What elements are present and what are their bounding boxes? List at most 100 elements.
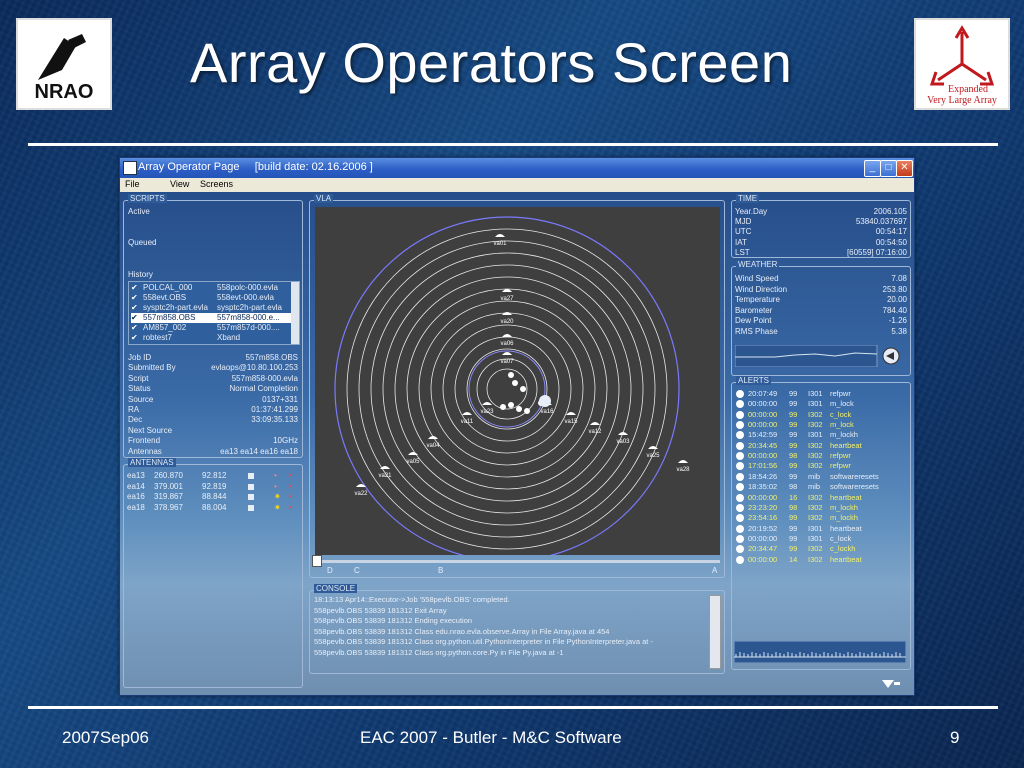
evla-logo-line2: Very Large Array [927,95,997,106]
weather-field-label: Wind Speed [735,274,779,283]
wind-speaker-icon [882,347,900,365]
alert-item[interactable]: 23:54:16 99 I302 m_lockh [734,513,906,523]
center-antenna-dish [516,406,522,412]
history-item-file: 557m858-000.e... [217,313,280,322]
time-field-value: 00:54:17 [875,227,907,237]
alert-item[interactable]: 00:00:00 99 I302 c_lock [734,410,906,420]
console-scrollbar[interactable] [709,595,721,669]
alert-item[interactable]: 20:34:45 99 I302 heartbeat [734,441,906,451]
alert-time: 15:42:59 [748,430,778,440]
antenna-az: 260.870 [154,471,183,480]
alert-icon [736,390,744,398]
alert-code: 99 [789,389,798,398]
alert-icon [736,483,744,492]
alert-item[interactable]: 20:34:47 99 I302 c_lockh [734,544,906,554]
history-item-name: 558evt.OBS [143,293,187,302]
weather-field-value: 20.00 [886,295,907,304]
alarm-x-icon: × [288,502,293,512]
alert-code: 14 [789,554,798,564]
alert-icon [736,534,744,543]
check-icon: ✔ [131,303,138,312]
alert-item[interactable]: 00:00:00 99 I302 m_lock [734,420,906,430]
alert-item[interactable]: 18:35:02 98 mib softwareresets [734,482,906,492]
history-item[interactable]: ✔ robtest7 Xband [131,333,291,343]
console-line: 558pevlb.OBS 53839 181312 Class org.pyth… [314,637,653,646]
title-divider [28,143,998,146]
history-item-file: sysptc2h-part.evla [217,303,282,312]
console-log[interactable]: 18:13:13 Apr14::Executor->Job '558pevlb.… [314,595,712,669]
configuration-slider-track[interactable] [315,560,720,563]
time-panel-label: TIME [736,194,760,203]
configuration-slider-thumb[interactable] [312,555,322,567]
array-ring [418,300,596,478]
weather-field-label: Dew Point [735,316,772,325]
history-item[interactable]: ✔ AM857_002 557m857d-000.... [131,323,291,333]
scripts-panel: SCRIPTS Active Queued History ✔ POLCAL_0… [123,194,303,458]
alert-item[interactable]: 00:00:00 16 I302 heartbeat [734,493,906,503]
minimize-button[interactable]: _ [864,160,881,177]
alert-item[interactable]: 00:00:00 98 I302 refpwr [734,451,906,461]
window-title: Array Operator Page [138,161,240,173]
alert-item[interactable]: 00:00:00 99 I301 c_lock [734,534,906,544]
alert-item[interactable]: 00:00:00 99 I301 m_lock [734,399,906,409]
console-panel-label: CONSOLE [314,584,358,593]
history-list[interactable]: ✔ POLCAL_000 558polc-000.evla ✔ 558evt.OBS… [128,281,300,345]
time-field-label: IAT [735,237,747,247]
check-icon: ✔ [131,283,138,292]
alert-monitor-point: refpwr [830,461,851,471]
console-line: 18:13:13 Apr14::Executor->Job '558pevlb.… [314,595,510,604]
vla-array-display[interactable]: va01 va27 va20 va06 va07 va23 va11 va15 va16 va12… [315,207,720,562]
alert-code: 98 [789,451,798,461]
antenna-dish-icon [428,436,438,439]
alert-item[interactable]: 20:07:49 99 I301 refpwr [734,389,906,399]
alert-item[interactable]: 23:23:20 98 I302 m_lockh [734,503,906,513]
alert-device: I301 [808,533,823,543]
alert-icon [736,452,744,461]
history-item[interactable]: ✔ 558evt.OBS 558evt-000.evla [131,293,291,303]
job-field-label: Antennas [128,446,162,456]
antenna-label: va03 [616,439,630,445]
history-item[interactable]: ✔ sysptc2h-part.evla sysptc2h-part.evla [131,303,291,313]
history-item-name: robtest7 [143,333,172,342]
alert-time: 23:23:20 [748,502,778,512]
job-field-value: 01:37:41.299 [251,405,298,414]
job-field-value: 33:09:35.133 [251,415,298,425]
alert-device: I302 [808,440,823,450]
alerts-panel-label: ALERTS [736,376,771,385]
alert-item[interactable]: 20:19:52 99 I301 heartbeat [734,524,906,534]
alert-monitor-point: heartbeat [830,523,862,533]
history-item[interactable]: ✔ POLCAL_000 558polc-000.evla [131,283,291,293]
download-icon[interactable] [880,676,902,688]
alert-time: 18:35:02 [748,482,778,492]
antenna-dish-icon [502,334,512,337]
alert-time: 23:54:16 [748,513,778,523]
evla-logo-line1: Expanded [948,84,988,95]
alert-item[interactable]: 00:00:00 14 I302 heartbeat [734,555,906,565]
alert-item[interactable]: 18:54:26 99 mib softwareresets [734,472,906,482]
active-label: Active [128,207,150,216]
alert-device: I302 [808,461,823,471]
alert-icon [736,524,744,533]
alert-code: 99 [789,513,798,523]
alert-code: 99 [789,533,798,543]
alert-item[interactable]: 15:42:59 99 I301 m_lockh [734,430,906,440]
alert-device: I302 [808,502,823,512]
alert-icon [736,421,744,430]
history-item[interactable]: ✔ 557m858.OBS 557m858-000.e... [131,313,291,323]
time-field-value: 00:54:50 [875,237,907,247]
menu-view[interactable]: View [170,179,189,189]
alert-monitor-point: heartbeat [830,554,862,564]
antenna-dish-icon [495,234,505,237]
job-field-value: 557m858-000.evla [231,373,298,383]
alert-icon [736,555,744,564]
menu-file[interactable]: File [125,179,140,189]
time-field-value: 2006.105 [873,207,907,216]
alert-item[interactable]: 17:01:56 99 I302 refpwr [734,461,906,471]
maximize-button[interactable]: □ [880,160,897,177]
window-titlebar: Array Operator Page [build date: 02.16.2… [120,158,914,178]
history-scrollbar[interactable] [291,282,299,344]
close-button[interactable]: ✕ [896,160,913,177]
menu-screens[interactable]: Screens [200,179,233,189]
antenna-label: va20 [500,319,514,325]
alert-monitor-point: m_lockh [830,502,858,512]
